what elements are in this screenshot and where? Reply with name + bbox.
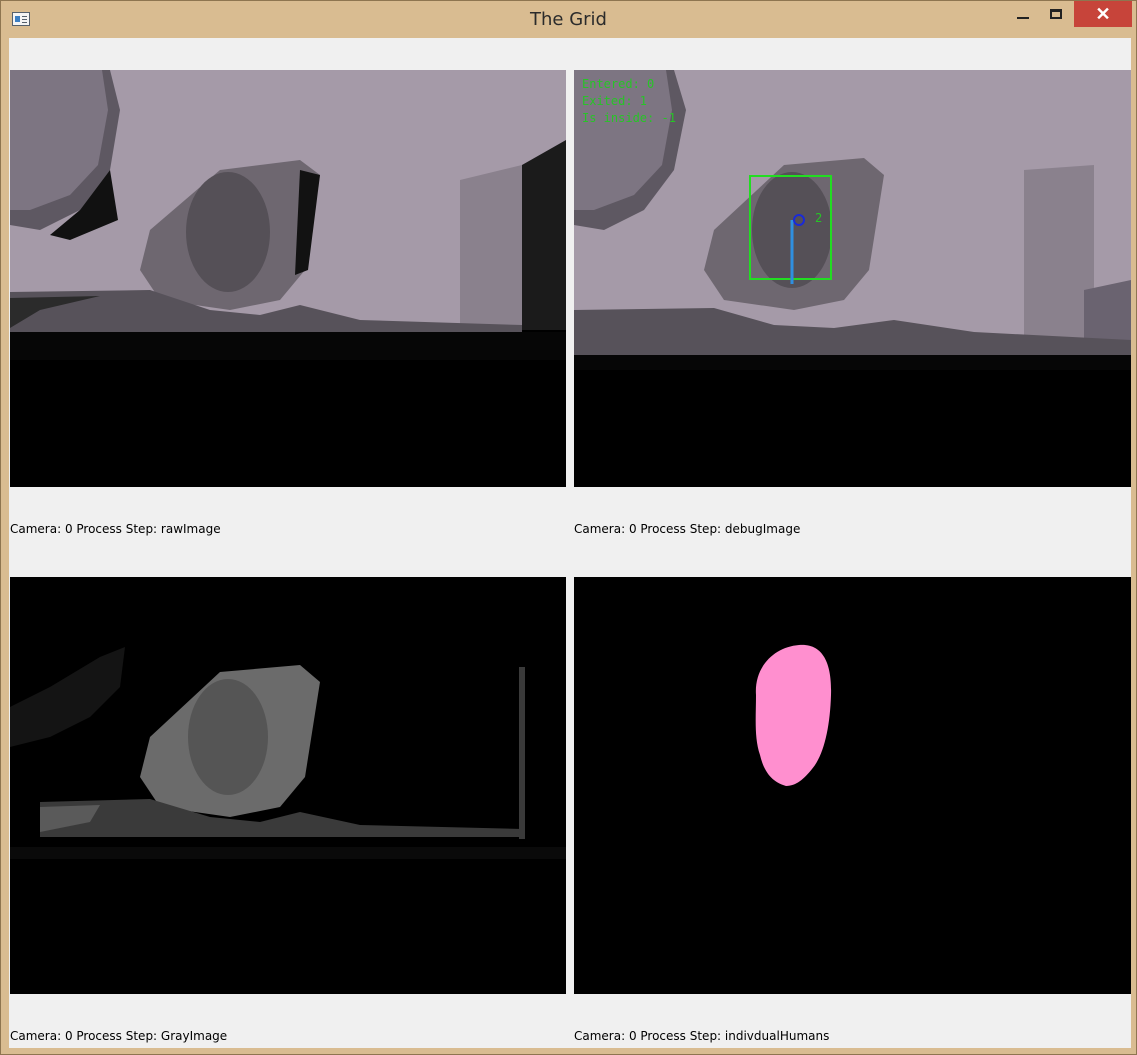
gray-depth-image	[10, 577, 566, 994]
raw-image-view	[10, 70, 566, 487]
minimize-icon	[1017, 17, 1029, 19]
maximize-icon	[1050, 9, 1062, 19]
pane-caption-debug: Camera: 0 Process Step: debugImage	[574, 522, 801, 536]
pane-caption-humans: Camera: 0 Process Step: indivdualHumans	[574, 1029, 830, 1043]
debug-image-view: Entered: 0 Exited: 1 Is inside: -1 2	[574, 70, 1131, 487]
pane-caption-raw: Camera: 0 Process Step: rawImage	[10, 522, 221, 536]
maximize-button[interactable]	[1041, 1, 1071, 27]
entered-counter: Entered: 0	[582, 77, 655, 91]
window-title: The Grid	[530, 9, 607, 30]
grid-client-area: Camera: 0 Process Step: rawImage Entered…	[9, 38, 1131, 1048]
gray-image-view	[10, 577, 566, 994]
exited-counter: Exited: 1	[582, 94, 648, 108]
minimize-button[interactable]	[1008, 1, 1038, 27]
close-button[interactable]: ✕	[1074, 1, 1132, 27]
raw-depth-image	[10, 70, 566, 487]
title-bar[interactable]: The Grid ✕	[1, 1, 1136, 38]
track-id-label: 2	[815, 211, 823, 225]
close-icon: ✕	[1095, 3, 1111, 24]
human-mask-image	[574, 577, 1131, 994]
counter-overlay: Entered: 0 Exited: 1 Is inside: -1	[582, 76, 676, 127]
individual-humans-view	[574, 577, 1131, 994]
debug-depth-image	[574, 70, 1131, 487]
inside-counter: Is inside: -1	[582, 111, 676, 125]
app-window: The Grid ✕ Camera: 0 Process Step: rawIm…	[0, 0, 1137, 1055]
pane-caption-gray: Camera: 0 Process Step: GrayImage	[10, 1029, 228, 1043]
